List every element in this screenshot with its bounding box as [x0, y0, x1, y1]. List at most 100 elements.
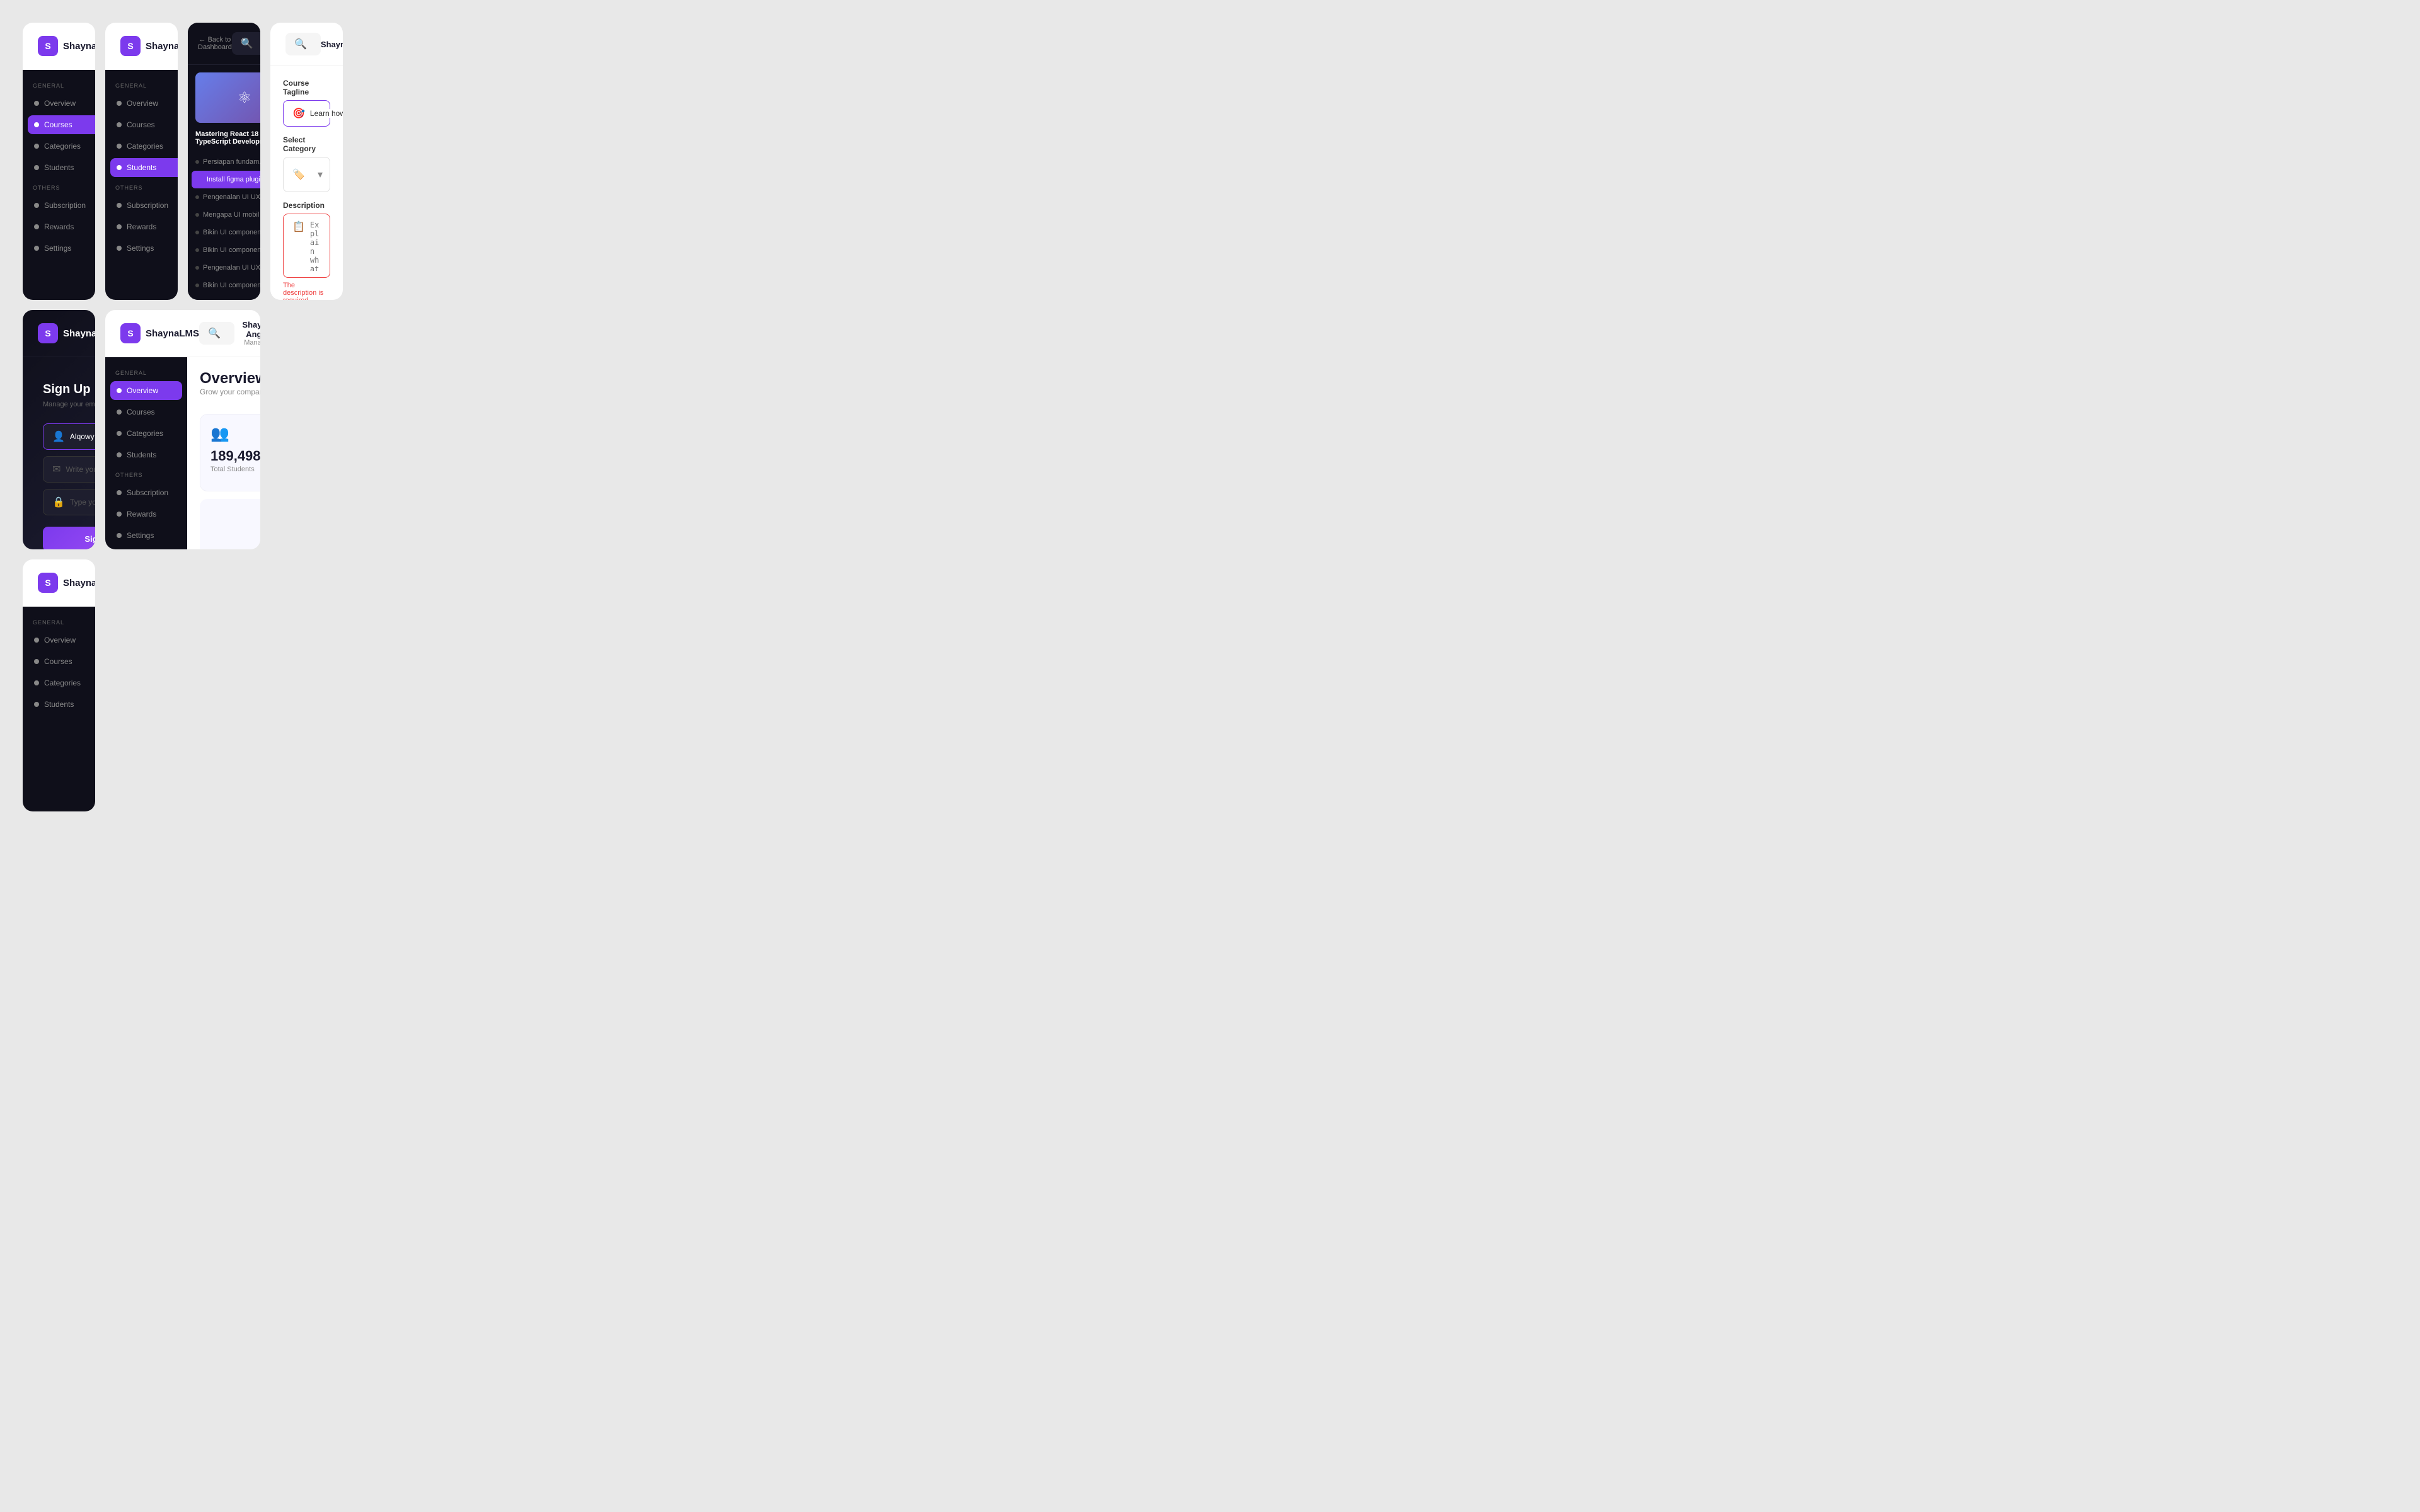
s-subscription[interactable]: Subscription — [110, 196, 178, 215]
viewer-search[interactable]: 🔍 — [232, 32, 260, 55]
category-select[interactable]: Programming Marketing Design — [310, 164, 328, 185]
course-thumb: ⚛ — [195, 72, 260, 123]
students-logo: S ShaynaLMS — [120, 36, 178, 56]
lesson-dot — [195, 195, 199, 199]
ov-settings[interactable]: Settings — [110, 526, 182, 545]
name-input[interactable] — [70, 432, 95, 441]
tagline-field[interactable]: 🎯 — [283, 100, 330, 127]
search-icon-v: 🔍 — [241, 37, 253, 50]
courses-header: S ShaynaLMS 🔍 Shayna Angga Manager SA — [23, 23, 95, 70]
list-item[interactable]: Pengenalan UI UX — [188, 188, 260, 206]
ms-courses[interactable]: Courses — [28, 652, 95, 671]
signup-form-area: Sign Up Manage your employees easily 👤 ✉… — [23, 357, 95, 549]
sidebar-item-categories[interactable]: Categories — [28, 137, 95, 156]
overview-header: S ShaynaLMS 🔍 Shayna Angga Manager SA — [105, 310, 260, 357]
email-icon: ✉ — [52, 463, 60, 476]
dot — [117, 431, 122, 436]
list-item[interactable]: Bikin UI components — [188, 224, 260, 241]
ms-logo: S ShaynaLMS — [38, 573, 95, 593]
ov-categories[interactable]: Categories — [110, 424, 182, 443]
s-settings[interactable]: Settings — [110, 239, 178, 258]
students-header: S ShaynaLMS 🔍 Shayna Angga Manager SA — [105, 23, 178, 70]
ms-sidebar: GENERAL Overview Courses Categories Stud… — [23, 607, 95, 811]
password-field[interactable]: 🔒 — [43, 489, 95, 515]
ov-rewards[interactable]: Rewards — [110, 505, 182, 524]
password-input[interactable] — [70, 498, 95, 507]
error-message: The description is required — [283, 282, 330, 300]
courses-dot — [34, 122, 39, 127]
ms-students[interactable]: Students — [28, 695, 95, 714]
dot — [117, 388, 122, 393]
s-categories[interactable]: Categories — [110, 137, 178, 156]
name-field[interactable]: 👤 — [43, 423, 95, 450]
dot — [117, 224, 122, 229]
create-user-name: Shayna — [321, 40, 343, 49]
sidebar-item-settings[interactable]: Settings — [28, 239, 95, 258]
overview-title: Overview — [200, 370, 260, 387]
ov-students[interactable]: Students — [110, 445, 182, 464]
s-rewards[interactable]: Rewards — [110, 217, 178, 236]
students-sidebar: GENERAL Overview Courses Categories Stud… — [105, 70, 178, 300]
chart-area: 60% Students Courses Content — [200, 499, 260, 549]
tagline-label: Course Tagline — [283, 79, 330, 96]
s-overview[interactable]: Overview — [110, 94, 178, 113]
sidebar-item-students[interactable]: Students — [28, 158, 95, 177]
courses-sidebar: GENERAL Overview Courses Categories Stud… — [23, 70, 95, 300]
ms-categories[interactable]: Categories — [28, 673, 95, 692]
lesson-dot — [195, 266, 199, 270]
course-sidebar-title: Mastering React 18 Pro TypeScript Develo… — [188, 130, 260, 153]
logo-text-o: ShaynaLMS — [146, 328, 199, 339]
signup-nav: S ShaynaLMS Home Pricing Features Testim… — [23, 310, 95, 357]
students-card: S ShaynaLMS 🔍 Shayna Angga Manager SA GE… — [105, 23, 178, 300]
dot — [117, 410, 122, 415]
logo-icon-su: S — [38, 323, 58, 343]
create-search[interactable]: 🔍 — [285, 33, 321, 55]
stat-label: Total Students — [210, 466, 260, 473]
overview-user-role: Manager — [234, 339, 260, 346]
overview-dot — [34, 101, 39, 106]
others-label: OTHERS — [28, 180, 95, 193]
ms-overview[interactable]: Overview — [28, 631, 95, 650]
sidebar-item-rewards[interactable]: Rewards — [28, 217, 95, 236]
course-lessons-sidebar: ⚛ Mastering React 18 Pro TypeScript Deve… — [188, 65, 260, 300]
dot — [117, 122, 122, 127]
email-field[interactable]: ✉ — [43, 456, 95, 483]
logo-icon-o: S — [120, 323, 141, 343]
sidebar-item-courses[interactable]: Courses — [28, 115, 95, 134]
stat-value: 189,498 — [210, 448, 260, 464]
list-item[interactable]: Bikin UI components — [188, 277, 260, 294]
list-item[interactable]: Persiapan fundam... — [188, 153, 260, 171]
logo-icon-s: S — [120, 36, 141, 56]
search-icon-c: 🔍 — [294, 38, 307, 50]
ov-courses[interactable]: Courses — [110, 403, 182, 421]
set-dot — [34, 246, 39, 251]
list-item[interactable]: Bikin UI components — [188, 241, 260, 259]
dot — [34, 680, 39, 685]
tagline-input[interactable] — [310, 109, 343, 118]
email-input[interactable] — [66, 465, 95, 474]
signup-now-button[interactable]: Sign Up Now — [43, 527, 95, 549]
dot — [34, 702, 39, 707]
logo-text-ms: ShaynaLMS — [63, 578, 95, 588]
overview-search[interactable]: 🔍 — [199, 322, 234, 345]
dot — [34, 638, 39, 643]
lesson-dot — [195, 213, 199, 217]
course-viewer-card: ← Back to Dashboard 🔍 Masayoshi Kyo Empl… — [188, 23, 260, 300]
ov-subscription[interactable]: Subscription — [110, 483, 182, 502]
lesson-dot — [195, 284, 199, 287]
logo-icon: S — [38, 36, 58, 56]
list-item[interactable]: Pengenalan UI UX — [188, 259, 260, 277]
dot — [117, 144, 122, 149]
description-textarea[interactable] — [310, 220, 321, 271]
sidebar-item-overview[interactable]: Overview — [28, 94, 95, 113]
ov-overview[interactable]: Overview — [110, 381, 182, 400]
s-courses[interactable]: Courses — [110, 115, 178, 134]
back-to-dashboard[interactable]: ← Back to Dashboard — [198, 36, 232, 51]
stat-total-students: 👥 189,498 Total Students — [200, 414, 260, 491]
s-students[interactable]: Students — [110, 158, 178, 177]
create-course-card: 🔍 Shayna SA Course Tagline 🎯 Select Cate… — [270, 23, 343, 300]
dot — [117, 165, 122, 170]
list-item[interactable]: Mengapa UI mobil le... — [188, 206, 260, 224]
sidebar-item-subscription[interactable]: Subscription — [28, 196, 95, 215]
list-item[interactable]: Install figma plugins — [192, 171, 260, 188]
